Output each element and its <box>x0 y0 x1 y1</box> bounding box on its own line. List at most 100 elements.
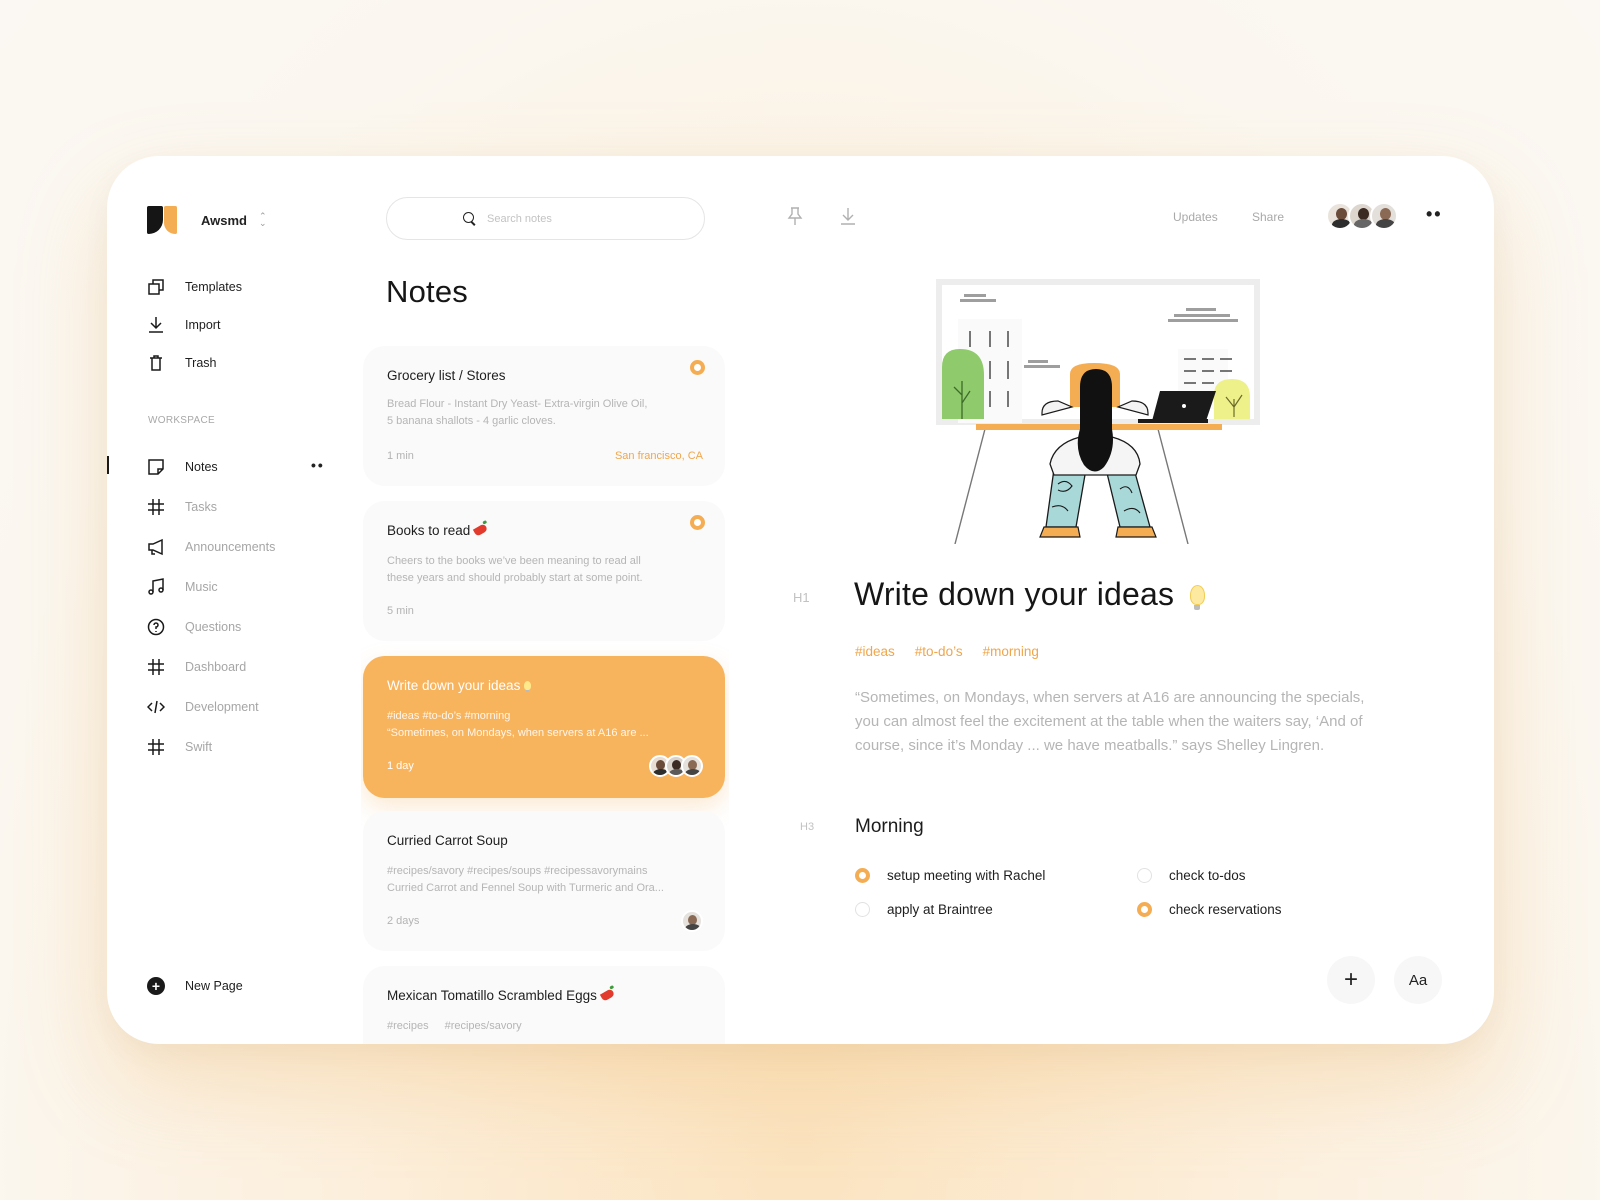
sidebar-item-label: Dashboard <box>185 660 247 674</box>
checkbox-unchecked[interactable] <box>855 902 870 917</box>
sidebar-item-label: Music <box>185 580 218 594</box>
more-icon[interactable]: •• <box>311 457 325 473</box>
add-block-button[interactable]: + <box>1327 956 1375 1004</box>
sidebar-item-dashboard[interactable]: Dashboard <box>147 647 275 687</box>
sidebar-item-label: Development <box>185 700 259 714</box>
note-card[interactable]: Grocery list / Stores Bread Flour - Inst… <box>363 346 725 486</box>
heading-level-label: H3 <box>800 821 815 833</box>
workspace-switcher[interactable]: Awsmd ⌃ ⌄ <box>147 206 267 234</box>
todo-item[interactable]: check to-dos <box>1137 868 1246 883</box>
trash-icon <box>147 354 165 372</box>
checkbox-unchecked[interactable] <box>1137 868 1152 883</box>
tag-link[interactable]: #morning <box>983 644 1039 659</box>
doc-title[interactable]: Write down your ideas <box>854 576 1206 613</box>
new-page-button[interactable]: + New Page <box>147 977 243 995</box>
note-title: Mexican Tomatillo Scrambled Eggs <box>387 988 701 1003</box>
note-title: Grocery list / Stores <box>387 368 506 383</box>
search-input[interactable] <box>487 212 667 225</box>
note-preview: 5 banana shallots - 4 garlic cloves. <box>387 415 556 427</box>
header-illustration <box>936 279 1260 544</box>
sidebar-item-templates[interactable]: Templates <box>147 268 242 306</box>
todo-item[interactable]: check reservations <box>1137 902 1282 917</box>
app-logo <box>147 206 177 234</box>
sidebar-item-swift[interactable]: Swift <box>147 727 275 767</box>
section-heading[interactable]: Morning <box>855 816 924 838</box>
checkbox-checked[interactable] <box>855 868 870 883</box>
plus-circle-icon: + <box>147 977 165 995</box>
checkbox-checked[interactable] <box>1137 902 1152 917</box>
question-icon <box>147 618 165 636</box>
active-indicator <box>107 456 109 474</box>
tag-link[interactable]: #ideas <box>855 644 895 659</box>
doc-tags: #ideas #to-do’s #morning <box>855 644 1059 659</box>
sidebar-item-tasks[interactable]: Tasks <box>147 487 275 527</box>
todo-label: check to-dos <box>1169 868 1246 883</box>
chevron-updown-icon[interactable]: ⌃ ⌄ <box>259 212 267 228</box>
note-card[interactable]: Books to read Cheers to the books we’ve … <box>363 501 725 641</box>
download-icon[interactable] <box>839 206 857 226</box>
sidebar-item-label: Import <box>185 318 221 332</box>
chili-pepper-icon <box>473 523 489 537</box>
avatar <box>1370 202 1398 230</box>
pinned-dot-icon <box>690 360 705 375</box>
search-bar[interactable] <box>386 197 705 240</box>
note-preview: Cheers to the books we’ve been meaning t… <box>387 555 641 567</box>
note-card[interactable]: Curried Carrot Soup #recipes/savory #rec… <box>363 811 725 951</box>
share-link[interactable]: Share <box>1252 210 1284 224</box>
hash-icon <box>147 658 165 676</box>
collaborator-avatars[interactable] <box>681 910 703 932</box>
todo-label: apply at Braintree <box>887 902 993 917</box>
more-options-icon[interactable]: •• <box>1426 204 1443 225</box>
sidebar-item-announcements[interactable]: Announcements <box>147 527 275 567</box>
note-title: Books to read <box>387 523 701 538</box>
note-time: 1 day <box>387 760 414 772</box>
collaborator-avatars[interactable] <box>649 755 703 777</box>
sidebar-item-label: Templates <box>185 280 242 294</box>
sidebar-item-development[interactable]: Development <box>147 687 275 727</box>
todo-label: check reservations <box>1169 902 1282 917</box>
note-title: Write down your ideas <box>387 678 701 693</box>
sidebar-workspace-nav: Notes •• Tasks Announcements Music Quest… <box>147 447 323 767</box>
pin-icon[interactable] <box>786 206 804 226</box>
chili-pepper-icon <box>599 988 615 1002</box>
tag-link[interactable]: #to-do’s <box>915 644 963 659</box>
todo-item[interactable]: apply at Braintree <box>855 902 993 917</box>
sidebar-item-questions[interactable]: Questions <box>147 607 275 647</box>
lightbulb-icon <box>524 681 532 692</box>
note-preview: “Sometimes, on Mondays, when servers at … <box>387 727 649 739</box>
note-time: 2 days <box>387 915 420 927</box>
note-icon <box>147 458 165 476</box>
sidebar-item-label: Trash <box>185 356 217 370</box>
note-card-selected[interactable]: Write down your ideas #ideas #to-do’s #m… <box>363 656 725 798</box>
todo-label: setup meeting with Rachel <box>887 868 1046 883</box>
todo-item[interactable]: setup meeting with Rachel <box>855 868 1045 883</box>
note-preview: Bread Flour - Instant Dry Yeast- Extra-v… <box>387 398 648 410</box>
page-title: Notes <box>386 274 468 309</box>
text-format-button[interactable]: Aa <box>1394 956 1442 1004</box>
note-card[interactable]: Mexican Tomatillo Scrambled Eggs #recipe… <box>363 966 725 1044</box>
note-tags: #recipes #recipes/savory <box>387 1020 522 1032</box>
avatar <box>681 755 703 777</box>
sidebar-top-nav: Templates Import Trash <box>147 268 242 382</box>
pinned-dot-icon <box>690 515 705 530</box>
search-icon <box>463 211 477 226</box>
heading-level-label: H1 <box>793 590 810 605</box>
workspace-section-label: WORKSPACE <box>148 415 215 426</box>
hash-icon <box>147 498 165 516</box>
sidebar-item-notes[interactable]: Notes •• <box>147 447 323 487</box>
sidebar-item-import[interactable]: Import <box>147 306 242 344</box>
updates-link[interactable]: Updates <box>1173 210 1218 224</box>
sidebar-item-music[interactable]: Music <box>147 567 275 607</box>
sidebar-item-label: Notes <box>185 460 218 474</box>
sidebar-item-label: Tasks <box>185 500 217 514</box>
doc-quote[interactable]: “Sometimes, on Mondays, when servers at … <box>855 686 1385 758</box>
sidebar-item-trash[interactable]: Trash <box>147 344 242 382</box>
lightbulb-icon <box>1190 584 1206 610</box>
note-tags: #recipes/savory #recipes/soups #recipess… <box>387 865 648 877</box>
note-time: 1 min <box>387 450 414 462</box>
shared-with-avatars[interactable] <box>1326 202 1398 230</box>
app-window: Awsmd ⌃ ⌄ Templates Import Trash WORKSPAC… <box>107 156 1494 1044</box>
megaphone-icon <box>147 538 165 556</box>
music-icon <box>147 578 165 596</box>
note-preview: Curried Carrot and Fennel Soup with Turm… <box>387 882 664 894</box>
